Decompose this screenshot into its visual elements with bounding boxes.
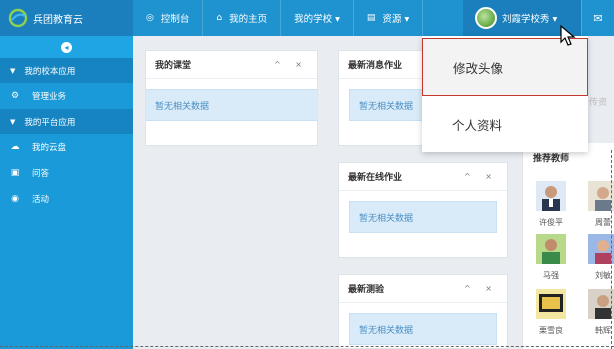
empty-state: 暂无相关数据 [349, 313, 497, 345]
sidebar-collapse-button[interactable]: ◂ [0, 36, 133, 58]
qa-icon: ▣ [10, 168, 20, 178]
user-name: 刘霞学校秀 ▾ [502, 14, 558, 25]
panel-title: 最新在线作业 [348, 173, 403, 183]
panel-tools[interactable]: ^ × [464, 284, 498, 293]
teacher-card[interactable]: 马强 [534, 234, 568, 281]
teacher-photo [536, 234, 566, 264]
panel-latest-test: 最新测验 ^ × 暂无相关数据 [338, 274, 508, 349]
sidebar-item-activity[interactable]: ◉ 活动 [0, 186, 133, 212]
teacher-name: 周蕾 [595, 218, 611, 227]
brand[interactable]: 兵团教育云 [0, 0, 133, 36]
teacher-name: 刘敏 [595, 271, 611, 280]
empty-state: 暂无相关数据 [146, 89, 317, 121]
teacher-card[interactable]: 韩辉 [586, 289, 614, 336]
nav-my-school-label: 我的学校 ▾ [294, 14, 340, 25]
divider [611, 150, 612, 349]
panel-title: 最新消息作业 [348, 61, 403, 71]
panel-header: 最新测验 ^ × [339, 275, 507, 303]
sidebar-item-qa[interactable]: ▣ 问答 [0, 160, 133, 186]
nav-home[interactable]: ⌂ 我的主页 [203, 0, 282, 36]
avatar [475, 7, 497, 29]
dashboard-icon: ◎ [146, 13, 154, 23]
sidebar-group-label: 我的校本应用 [24, 66, 76, 77]
nav-dashboard[interactable]: ◎ 控制台 [133, 0, 204, 36]
teacher-card[interactable]: 许俊平 [534, 181, 568, 228]
sidebar-item-management[interactable]: ⚙ 管理业务 [0, 83, 133, 109]
cloud-icon: ☁ [10, 142, 20, 152]
sidebar-item-label: 问答 [32, 169, 50, 179]
menu-item-profile[interactable]: 个人资料 [422, 96, 588, 152]
teacher-card[interactable]: 周蕾 [586, 181, 614, 228]
panel-online-homework: 最新在线作业 ^ × 暂无相关数据 [338, 162, 508, 258]
panel-title: 我的课堂 [155, 61, 192, 71]
panel-tools[interactable]: ^ × [464, 172, 498, 181]
teacher-name: 韩辉 [595, 326, 611, 335]
teacher-card[interactable]: 栗雪良 [534, 289, 568, 336]
teacher-photo [536, 289, 566, 319]
teacher-card[interactable]: 刘敏 [586, 234, 614, 281]
activity-icon: ◉ [11, 194, 19, 204]
home-icon: ⌂ [216, 13, 223, 23]
sidebar-item-label: 管理业务 [32, 92, 67, 102]
empty-state: 暂无相关数据 [349, 201, 497, 233]
logo-icon [8, 8, 28, 28]
mail-button[interactable]: ✉ [581, 0, 614, 36]
mouse-cursor-icon [560, 25, 576, 46]
caret-down-icon: ▼ [10, 66, 16, 75]
nav-dashboard-label: 控制台 [160, 14, 190, 25]
user-dropdown-menu: 修改头像 个人资料 [422, 36, 588, 152]
nav-resources-label: 资源 ▾ [382, 14, 410, 25]
collapse-icon: ◂ [61, 41, 72, 53]
sidebar-item-label: 我的云盘 [32, 143, 67, 153]
sidebar: ◂ ▼ 我的校本应用 ⚙ 管理业务 ▼ 我的平台应用 ☁ 我的云盘 ▣ 问答 ◉… [0, 36, 133, 349]
panel-tools[interactable]: ^ × [274, 60, 308, 69]
sidebar-item-label: 活动 [32, 195, 50, 205]
panel-header: 最新在线作业 ^ × [339, 163, 507, 191]
partial-label: 传资 [589, 98, 608, 108]
sidebar-item-cloud-drive[interactable]: ☁ 我的云盘 [0, 134, 133, 160]
main-nav: ◎ 控制台 ⌂ 我的主页 我的学校 ▾ ▤ 资源 ▾ [133, 0, 424, 36]
teacher-name: 栗雪良 [539, 326, 563, 335]
brand-name: 兵团教育云 [33, 14, 83, 26]
mail-icon: ✉ [593, 11, 603, 25]
panel-title: 最新测验 [348, 285, 385, 295]
panel-header: 我的课堂 ^ × [146, 51, 317, 79]
divider [0, 346, 614, 347]
nav-home-label: 我的主页 [229, 14, 268, 25]
panel-my-class: 我的课堂 ^ × 暂无相关数据 [145, 50, 318, 146]
gear-icon: ⚙ [10, 91, 20, 101]
sidebar-group-school-apps[interactable]: ▼ 我的校本应用 [0, 58, 133, 83]
teacher-name: 马强 [543, 271, 559, 280]
book-icon: ▤ [366, 13, 376, 23]
teacher-name: 许俊平 [539, 218, 563, 227]
caret-down-icon: ▼ [10, 117, 16, 126]
sidebar-group-platform-apps[interactable]: ▼ 我的平台应用 [0, 109, 133, 134]
nav-my-school[interactable]: 我的学校 ▾ [281, 0, 354, 36]
top-navbar: 兵团教育云 ◎ 控制台 ⌂ 我的主页 我的学校 ▾ ▤ 资源 ▾ 刘霞学校秀 ▾… [0, 0, 614, 36]
nav-resources[interactable]: ▤ 资源 ▾ [354, 0, 424, 36]
sidebar-group-label: 我的平台应用 [24, 117, 76, 128]
teacher-photo [536, 181, 566, 211]
